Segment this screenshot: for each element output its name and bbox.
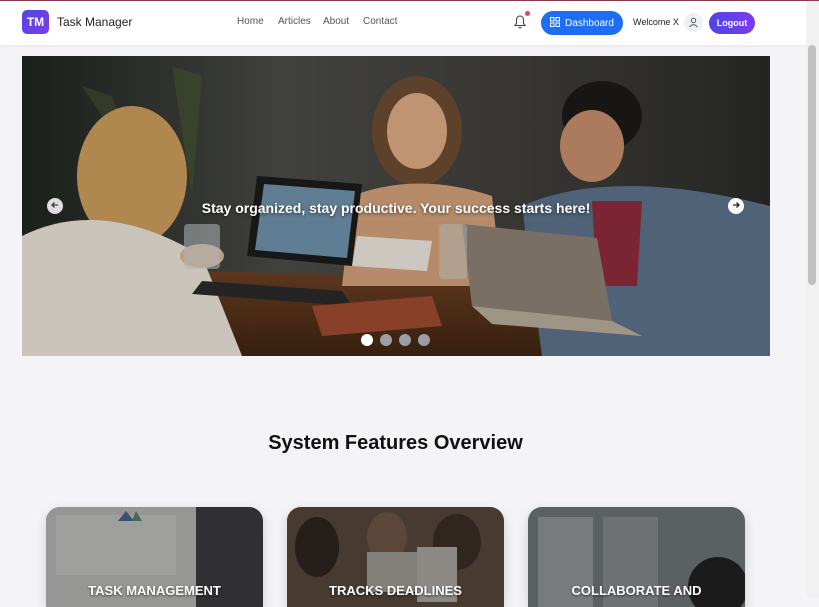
bell-icon[interactable] bbox=[513, 14, 527, 30]
notification-dot bbox=[525, 11, 530, 16]
nav-link-contact[interactable]: Contact bbox=[363, 16, 397, 27]
welcome-text: Welcome X bbox=[633, 17, 679, 27]
carousel-dot-2[interactable] bbox=[380, 334, 392, 346]
nav-link-home[interactable]: Home bbox=[237, 16, 264, 27]
hero-carousel: Stay organized, stay productive. Your su… bbox=[22, 56, 770, 356]
nav-link-about[interactable]: About bbox=[323, 16, 349, 27]
feature-card-task-management[interactable]: TASK MANAGEMENT bbox=[46, 507, 263, 607]
dashboard-label: Dashboard bbox=[565, 17, 614, 29]
user-icon[interactable] bbox=[684, 13, 703, 32]
feature-card-label: TRACKS DEADLINES bbox=[329, 583, 462, 598]
arrow-left-icon bbox=[50, 197, 60, 215]
dashboard-grid-icon bbox=[550, 16, 561, 30]
logout-button[interactable]: Logout bbox=[709, 12, 755, 34]
carousel-indicators bbox=[361, 334, 430, 346]
brand-name[interactable]: Task Manager bbox=[57, 15, 132, 29]
carousel-prev-button[interactable] bbox=[47, 198, 63, 214]
brand-logo[interactable]: TM bbox=[22, 10, 49, 34]
feature-card-label: COLLABORATE AND bbox=[571, 583, 702, 598]
carousel-dot-1[interactable] bbox=[361, 334, 373, 346]
carousel-dot-3[interactable] bbox=[399, 334, 411, 346]
nav-link-articles[interactable]: Articles bbox=[278, 16, 311, 27]
carousel-next-button[interactable] bbox=[728, 198, 744, 214]
dashboard-button[interactable]: Dashboard bbox=[541, 11, 623, 35]
navbar: TM Task Manager Home Articles About Cont… bbox=[0, 1, 806, 45]
feature-card-tracks-deadlines[interactable]: TRACKS DEADLINES bbox=[287, 507, 504, 607]
feature-card-collaborate[interactable]: COLLABORATE AND bbox=[528, 507, 745, 607]
arrow-right-icon bbox=[731, 197, 741, 215]
hero-caption: Stay organized, stay productive. Your su… bbox=[201, 200, 591, 216]
feature-card-label: TASK MANAGEMENT bbox=[88, 583, 221, 598]
carousel-dot-4[interactable] bbox=[418, 334, 430, 346]
scrollbar-thumb[interactable] bbox=[808, 45, 816, 285]
features-title: System Features Overview bbox=[268, 432, 523, 454]
